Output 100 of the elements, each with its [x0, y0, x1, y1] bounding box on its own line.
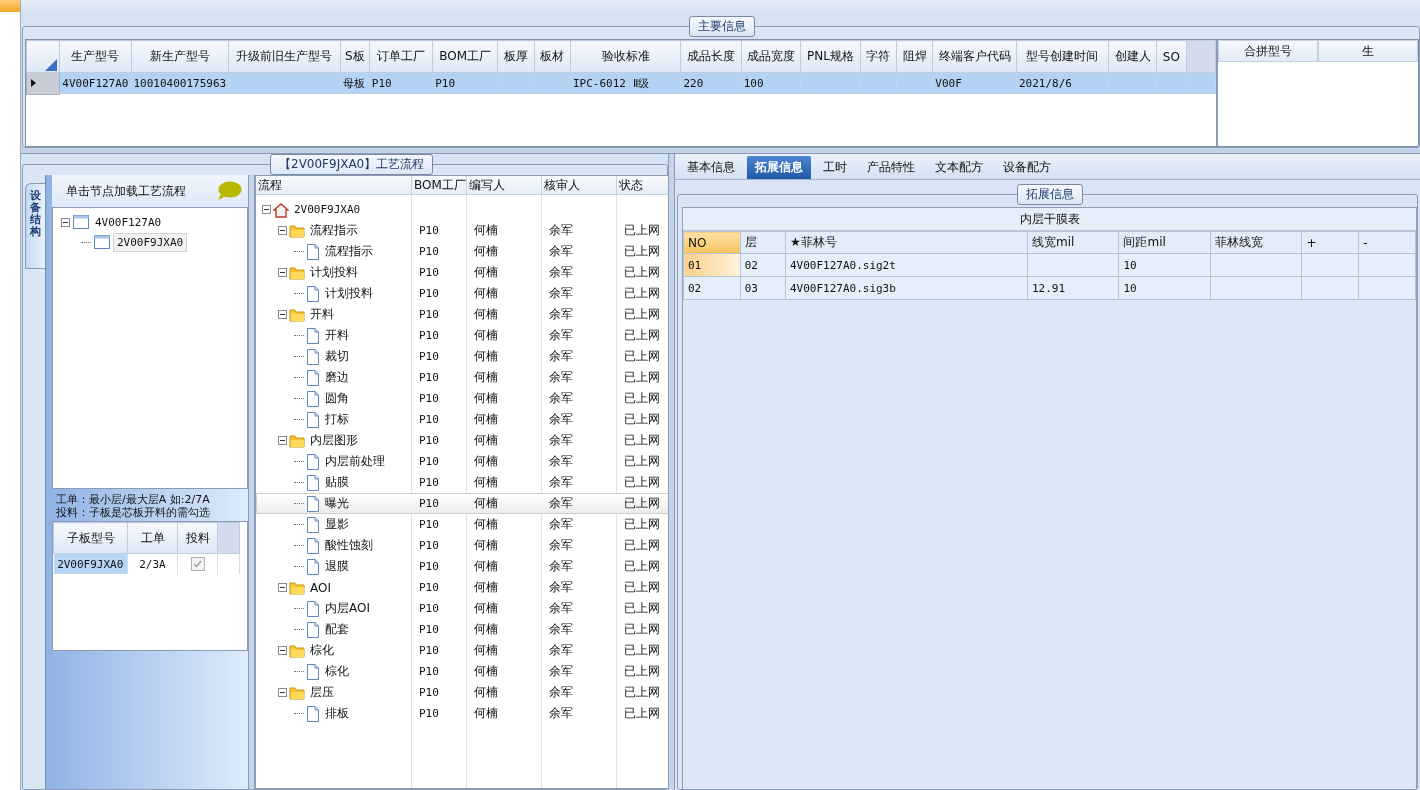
row-header[interactable] [26, 72, 60, 94]
column-header[interactable]: + [1301, 231, 1359, 254]
column-header[interactable]: 型号创建时间 [1016, 40, 1109, 73]
column-header[interactable]: 阻焊 [896, 40, 933, 73]
column-header[interactable]: PNL规格 [800, 40, 861, 73]
table-cell-text: 何楠 [473, 411, 499, 428]
tree-row[interactable]: 显影 P10 何楠 余军 已上网 [256, 514, 671, 535]
tab[interactable]: 工时 [815, 156, 855, 179]
tree-row[interactable]: 层压 P10 何楠 余军 已上网 [256, 682, 671, 703]
table-cell-text: 已上网 [623, 369, 661, 386]
column-header[interactable]: 流程 [256, 176, 412, 194]
table-cell-text: 余军 [548, 369, 574, 386]
tree-line [294, 566, 304, 567]
column-header[interactable]: NO [683, 231, 741, 254]
column-header[interactable]: 板材 [534, 40, 571, 73]
column-header[interactable]: 板厚 [497, 40, 535, 73]
document-icon [306, 411, 320, 428]
column-header[interactable]: S板 [340, 40, 370, 73]
tree-line [294, 293, 304, 294]
tree-row[interactable]: 内层图形 P10 何楠 余军 已上网 [256, 430, 671, 451]
collapse-icon[interactable] [278, 688, 287, 697]
tree-row[interactable]: 贴膜 P10 何楠 余军 已上网 [256, 472, 671, 493]
collapse-icon[interactable] [278, 310, 287, 319]
tree-row[interactable]: 酸性蚀刻 P10 何楠 余军 已上网 [256, 535, 671, 556]
tree-row[interactable]: 打标 P10 何楠 余军 已上网 [256, 409, 671, 430]
column-header[interactable]: 字符 [860, 40, 897, 73]
collapse-icon[interactable] [278, 268, 287, 277]
column-header[interactable]: 新生产型号 [131, 40, 229, 73]
tree-row[interactable]: 流程指示 P10 何楠 余军 已上网 [256, 241, 671, 262]
collapse-icon[interactable] [278, 436, 287, 445]
tree-line [81, 241, 91, 243]
checkbox[interactable] [190, 557, 205, 571]
table-cell-text: 何楠 [473, 264, 499, 281]
tree-row[interactable]: 内层AOI P10 何楠 余军 已上网 [256, 598, 671, 619]
tree-row[interactable]: 计划投料 P10 何楠 余军 已上网 [256, 262, 671, 283]
tree-row[interactable]: 排板 P10 何楠 余军 已上网 [256, 703, 671, 724]
column-header[interactable]: 间距mil [1118, 231, 1211, 254]
column-header[interactable]: 成品长度 [680, 40, 742, 73]
column-header[interactable]: SO [1156, 40, 1187, 73]
tree-row[interactable]: 曝光 P10 何楠 余军 已上网 [256, 493, 671, 514]
column-header[interactable]: 层 [740, 231, 786, 254]
column-header[interactable]: 成品宽度 [741, 40, 801, 73]
tab[interactable]: 设备配方 [995, 156, 1059, 179]
tree-line [294, 671, 304, 672]
column-header[interactable]: BOM工厂 [432, 40, 498, 73]
column-header[interactable]: 核审人 [542, 176, 617, 194]
column-header[interactable]: 验收标准 [570, 40, 681, 73]
side-tab[interactable]: 设备结构 [25, 183, 45, 269]
collapse-icon[interactable] [278, 226, 287, 235]
tree-row[interactable]: 2V00F9JXA0 [256, 199, 671, 220]
column-header[interactable]: 工单 [127, 522, 178, 554]
tree-row[interactable]: 内层前处理 P10 何楠 余军 已上网 [256, 451, 671, 472]
table-cell-text: 余军 [548, 474, 574, 491]
collapse-icon[interactable] [61, 217, 70, 227]
tree-row[interactable]: 开料 P10 何楠 余军 已上网 [256, 325, 671, 346]
column-header[interactable]: 创建人 [1108, 40, 1157, 73]
column-header[interactable]: 投料 [177, 522, 218, 554]
column-header[interactable]: 订单工厂 [369, 40, 433, 73]
tree-row[interactable]: 棕化 P10 何楠 余军 已上网 [256, 661, 671, 682]
table-cell-text: 何楠 [473, 453, 499, 470]
column-header[interactable]: - [1358, 231, 1416, 254]
column-header[interactable]: ★菲林号 [785, 231, 1028, 254]
table-cell-text: P10 [418, 497, 440, 510]
tree-row[interactable]: 退膜 P10 何楠 余军 已上网 [256, 556, 671, 577]
collapse-icon[interactable] [278, 583, 287, 592]
tab[interactable]: 文本配方 [927, 156, 991, 179]
node-label: AOI [310, 580, 331, 595]
tab[interactable]: 产品特性 [859, 156, 923, 179]
tree-node[interactable]: 2V00F9JXA0 [113, 232, 188, 252]
table-cell-text: 已上网 [623, 684, 661, 701]
tab[interactable]: 基本信息 [679, 156, 743, 179]
node-label: 层压 [310, 684, 334, 701]
tree-row[interactable]: 计划投料 P10 何楠 余军 已上网 [256, 283, 671, 304]
tree-row[interactable]: 流程指示 P10 何楠 余军 已上网 [256, 220, 671, 241]
document-icon [306, 663, 320, 680]
column-header[interactable]: 合拼型号 [1218, 40, 1318, 62]
column-header[interactable]: 编写人 [467, 176, 542, 194]
tree-row[interactable]: 磨边 P10 何楠 余军 已上网 [256, 367, 671, 388]
tab[interactable]: 拓展信息 [747, 156, 811, 179]
column-header[interactable]: 生产型号 [59, 40, 131, 73]
tree-row[interactable]: 圆角 P10 何楠 余军 已上网 [256, 388, 671, 409]
column-header[interactable]: BOM工厂 [412, 176, 467, 194]
collapse-icon[interactable] [262, 205, 271, 214]
column-header[interactable]: 升级前旧生产型号 [228, 40, 341, 73]
tree-row[interactable]: AOI P10 何楠 余军 已上网 [256, 577, 671, 598]
corner-header[interactable] [26, 40, 60, 73]
tree-row[interactable]: 开料 P10 何楠 余军 已上网 [256, 304, 671, 325]
column-header[interactable]: 子板型号 [53, 522, 128, 554]
column-header[interactable]: 终端客户代码 [932, 40, 1017, 73]
tree-row[interactable]: 裁切 P10 何楠 余军 已上网 [256, 346, 671, 367]
tree-row[interactable]: 配套 P10 何楠 余军 已上网 [256, 619, 671, 640]
tree-node[interactable]: 4V00F127A0 [92, 213, 165, 231]
column-header[interactable]: 线宽mil [1027, 231, 1119, 254]
column-header[interactable]: 生 [1318, 40, 1418, 62]
table-cell-text: P10 [418, 308, 440, 321]
column-header[interactable]: 菲林线宽 [1210, 231, 1302, 254]
tree-row[interactable]: 棕化 P10 何楠 余军 已上网 [256, 640, 671, 661]
table-cell-text: 余军 [548, 705, 574, 722]
collapse-icon[interactable] [278, 646, 287, 655]
table-cell-text: 何楠 [473, 705, 499, 722]
